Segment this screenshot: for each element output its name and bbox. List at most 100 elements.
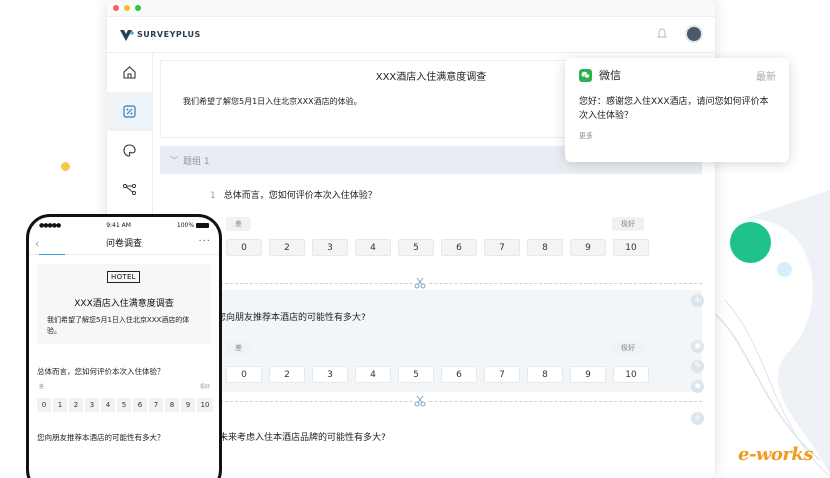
mobile-rating-option[interactable]: 8 [165, 398, 179, 412]
rating-option[interactable]: 6 [441, 366, 477, 383]
rating-option[interactable]: 4 [355, 239, 391, 256]
wechat-icon [579, 68, 592, 82]
mobile-survey-header: HOTEL XXX酒店入住满意度调查 我们希望了解您5月1日入住北京XXX酒店的… [37, 264, 211, 344]
rating-option[interactable]: 0 [226, 239, 262, 256]
wechat-more-link[interactable]: 更多 [565, 123, 789, 141]
scale-high-label: 极好 [612, 217, 644, 231]
question-text: 您向朋友推荐本酒店的可能性有多大? [217, 310, 366, 323]
battery-icon [196, 222, 209, 228]
phone-nav-title: 问卷调查 [105, 239, 142, 249]
rating-option[interactable]: 10 [613, 366, 649, 383]
logo-text: SURVEYPLUS [137, 30, 201, 39]
sidebar-item-theme[interactable] [107, 131, 152, 170]
scale-high-label: 极好 [612, 341, 644, 355]
rating-option[interactable]: 0 [226, 366, 262, 383]
group-label: 题组 1 [183, 156, 210, 167]
mobile-rating-option[interactable]: 3 [85, 398, 99, 412]
scissors-icon[interactable] [413, 276, 427, 290]
mobile-rating-option[interactable]: 0 [37, 398, 51, 412]
add-question-icon[interactable]: + [691, 294, 704, 307]
question-card-1[interactable]: 1 总体而言，您如何评价本次入住体验？ 差 极好 0 2 3 4 5 6 7 8 … [160, 174, 702, 276]
user-avatar[interactable] [685, 25, 703, 43]
rating-scale: 0 2 3 4 5 6 7 8 9 10 [226, 239, 649, 256]
sidebar-item-home[interactable] [107, 53, 152, 92]
mobile-rating-option[interactable]: 5 [117, 398, 131, 412]
nav-underline [39, 254, 65, 255]
decor-blue-dot [777, 262, 792, 277]
wechat-header: 微信 最新 [565, 58, 789, 83]
rating-option[interactable]: 9 [570, 366, 606, 383]
mobile-rating-option[interactable]: 7 [149, 398, 163, 412]
sidebar-item-survey[interactable] [107, 92, 152, 131]
question-2-text: 您向朋友推荐本酒店的可能性有多大? [217, 313, 366, 323]
mobile-rating-scale: 0 1 2 3 4 5 6 7 8 9 10 [29, 398, 219, 412]
signal-indicator: ●●●●● [39, 221, 61, 229]
surveyplus-logo-icon [120, 29, 134, 41]
rating-option[interactable]: 4 [355, 366, 391, 383]
rating-scale: 0 2 3 4 5 6 7 8 9 10 [226, 366, 649, 383]
rating-option[interactable]: 5 [398, 366, 434, 383]
battery-status: 100% [177, 222, 209, 229]
home-icon [123, 66, 136, 79]
rating-option[interactable]: 9 [570, 239, 606, 256]
mobile-scale-labels: 差 极好 [29, 383, 219, 390]
app-logo[interactable]: SURVEYPLUS [119, 28, 201, 42]
edit-icon[interactable]: ✎ [691, 360, 704, 373]
minimize-window-button[interactable] [124, 5, 130, 11]
chevron-down-icon[interactable]: ﹀ [170, 155, 178, 166]
question-1-text: 总体而言，您如何评价本次入住体验？ [223, 191, 377, 201]
rating-option[interactable]: 7 [484, 239, 520, 256]
header-actions [657, 25, 703, 43]
mobile-survey-desc: 我们希望了解您5月1日入住北京XXX酒店的体验。 [47, 316, 190, 335]
rating-option[interactable]: 3 [312, 366, 348, 383]
scale-low-label: 差 [226, 341, 251, 355]
rating-option[interactable]: 8 [527, 366, 563, 383]
delete-icon[interactable]: ▪ [691, 380, 704, 393]
wechat-latest-label: 最新 [756, 71, 776, 83]
page-break-divider[interactable] [160, 394, 702, 408]
rating-option[interactable]: 3 [312, 239, 348, 256]
e-works-watermark: e-works [738, 444, 814, 465]
mobile-rating-option[interactable]: 1 [53, 398, 67, 412]
mobile-preview: ●●●●● 9:41 AM 100% ‹ 问卷调查 ··· HOTEL XXX酒… [26, 214, 222, 478]
rating-option[interactable]: 2 [269, 239, 305, 256]
mobile-question-1: 总体而言，您如何评价本次入住体验？ [37, 367, 165, 376]
divider-line [160, 283, 702, 284]
rating-option[interactable]: 5 [398, 239, 434, 256]
phone-nav-bar: ‹ 问卷调查 ··· [29, 233, 219, 255]
mobile-rating-option[interactable]: 9 [181, 398, 195, 412]
preview-eye-icon[interactable]: ◉ [691, 340, 704, 353]
phone-time: 9:41 AM [106, 221, 131, 229]
mobile-rating-option[interactable]: 2 [69, 398, 83, 412]
notification-bell-icon[interactable] [657, 28, 667, 40]
wechat-app-name: 微信 [599, 69, 621, 82]
rating-option[interactable]: 7 [484, 366, 520, 383]
question-text: 1 总体而言，您如何评价本次入住体验？ [210, 188, 377, 201]
battery-percent: 100% [176, 221, 195, 229]
mobile-low-label: 差 [39, 384, 45, 390]
add-question-icon[interactable]: + [691, 412, 704, 425]
question-toolbar: + ◉ ✎ ▪ + [691, 294, 704, 425]
scissors-icon[interactable] [413, 394, 427, 408]
mobile-rating-option[interactable]: 4 [101, 398, 115, 412]
back-arrow-icon[interactable]: ‹ [35, 233, 39, 255]
question-number: 1 [210, 191, 216, 201]
palette-icon [123, 144, 136, 157]
window-titlebar [107, 0, 715, 17]
question-card-2[interactable]: 您向朋友推荐本酒店的可能性有多大? 差 极好 0 2 3 4 5 6 7 8 9… [160, 290, 702, 392]
question-card-3[interactable]: 您未来考虑入住本酒店品牌的可能性有多大? [160, 408, 702, 468]
rating-option[interactable]: 6 [441, 239, 477, 256]
close-window-button[interactable] [113, 5, 119, 11]
mobile-rating-option[interactable]: 6 [133, 398, 147, 412]
mobile-question-2: 您向朋友推荐本酒店的可能性有多大？ [37, 433, 165, 442]
wechat-notification[interactable]: 微信 最新 您好：感谢您入住XXX酒店，请问您如何评价本次入住体验？ 更多 [565, 58, 789, 162]
rating-option[interactable]: 10 [613, 239, 649, 256]
rating-option[interactable]: 2 [269, 366, 305, 383]
maximize-window-button[interactable] [135, 5, 141, 11]
mobile-rating-option[interactable]: 10 [197, 398, 213, 412]
rating-option[interactable]: 8 [527, 239, 563, 256]
more-options-icon[interactable]: ··· [198, 231, 211, 253]
page-break-divider[interactable] [160, 276, 702, 290]
sidebar-item-distribute[interactable] [107, 170, 152, 209]
wechat-message: 您好：感谢您入住XXX酒店，请问您如何评价本次入住体验？ [579, 97, 769, 121]
